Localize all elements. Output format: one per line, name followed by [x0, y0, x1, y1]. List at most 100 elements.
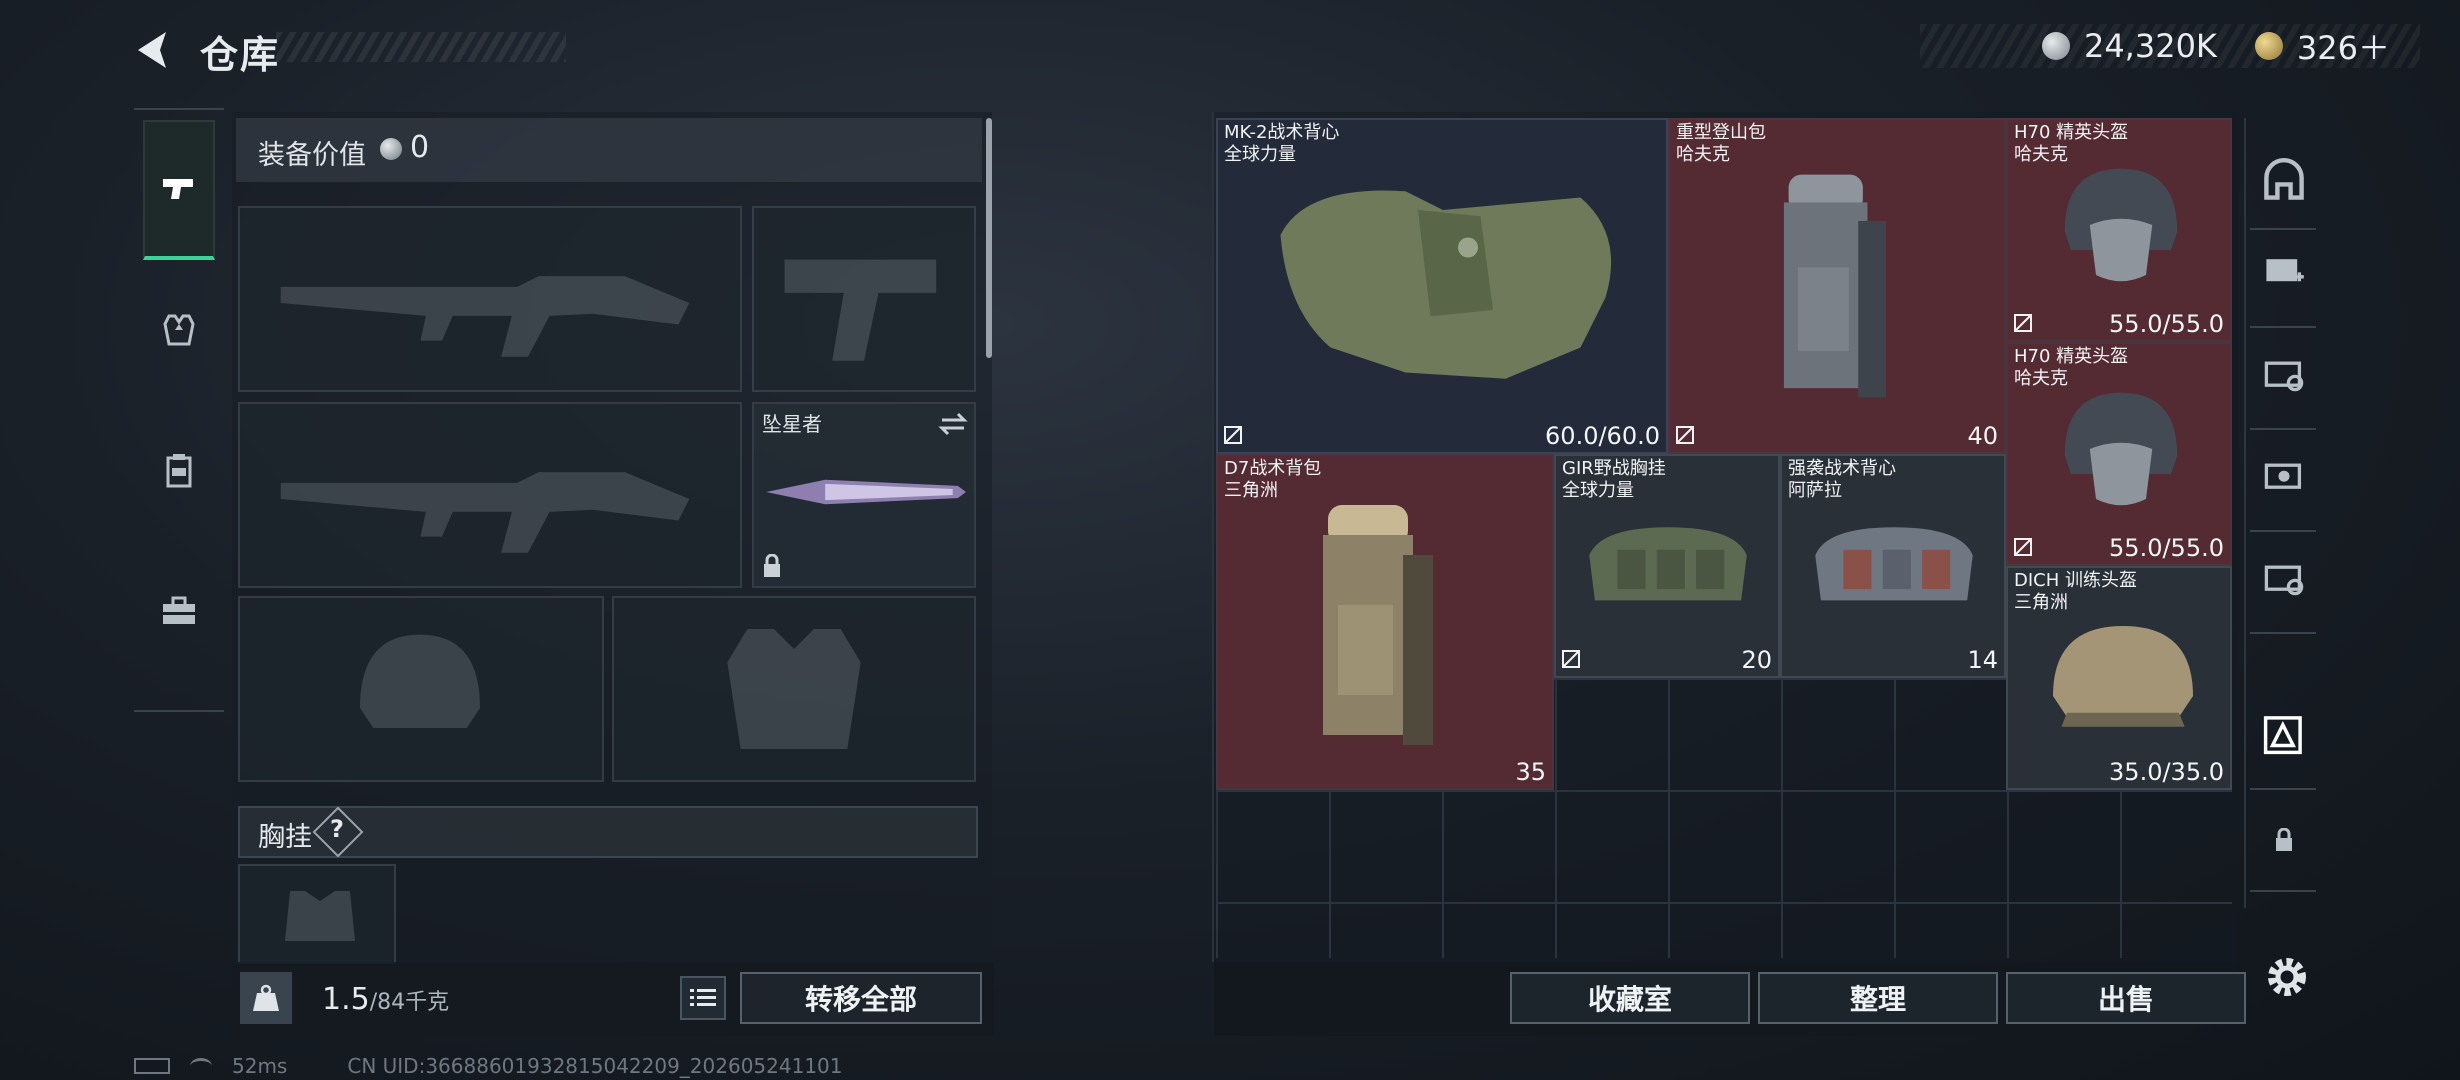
secondary-weapon-slot[interactable] — [238, 402, 742, 588]
stash-item[interactable]: MK-2战术背心 全球力量 60.0/60.0 — [1216, 118, 1668, 454]
equipment-scrollbar[interactable] — [986, 118, 992, 358]
backpack-art-icon — [1323, 505, 1433, 745]
weight-icon — [253, 984, 279, 1011]
no-insure-icon — [2014, 314, 2032, 332]
helmet-art-icon — [2053, 626, 2193, 727]
tactical-vest-icon — [1280, 190, 1612, 379]
weight-max: /84千克 — [369, 990, 450, 1015]
stash-item[interactable]: 重型登山包 哈夫克 40 — [1668, 118, 2006, 454]
gold-amount[interactable]: 326＋ — [2297, 23, 2390, 69]
stash-item[interactable]: DICH 训练头盔 三角洲 35.0/35.0 — [2006, 566, 2232, 790]
gold-coin-icon — [2254, 32, 2283, 60]
battery-icon — [134, 1058, 170, 1074]
no-insure-icon — [2014, 538, 2032, 556]
gear-icon[interactable] — [2262, 952, 2312, 1002]
item-name: 强袭战术背心 阿萨拉 — [1788, 458, 1896, 501]
gun-case-icon — [2264, 463, 2302, 489]
silver-amount: 24,320K — [2083, 27, 2217, 65]
helmet-silhouette-icon — [360, 634, 480, 728]
toolbox-icon — [163, 596, 195, 624]
armor-box-icon — [2263, 716, 2302, 755]
rifle-silhouette-icon — [280, 276, 690, 357]
tab-supplies[interactable] — [134, 540, 224, 680]
back-arrow-icon[interactable] — [130, 26, 178, 74]
item-capacity: 35 — [1515, 758, 1546, 786]
list-view-button[interactable] — [680, 976, 726, 1020]
stash-tab-3[interactable] — [2258, 448, 2310, 500]
lock-icon — [2276, 828, 2292, 851]
transfer-all-button[interactable]: 转移全部 — [740, 972, 982, 1024]
list-icon — [690, 989, 716, 1006]
armor-slot[interactable] — [612, 596, 976, 782]
lock-icon — [764, 554, 780, 577]
stash-tab-all[interactable] — [2258, 154, 2310, 206]
stash-tab-locked[interactable] — [2258, 814, 2310, 866]
stash-item[interactable]: GIR野战胸挂 全球力量 20 — [1554, 454, 1780, 678]
swap-icon[interactable] — [938, 412, 968, 436]
melee-slot[interactable]: 坠星者 — [752, 402, 976, 588]
chest-rig-slot[interactable] — [238, 864, 396, 964]
stash-tab-4[interactable] — [2258, 550, 2310, 602]
helmet-slot[interactable] — [238, 596, 604, 782]
stash-item[interactable]: D7战术背包 三角洲 35 — [1216, 454, 1554, 790]
silver-coin-icon — [2041, 32, 2070, 60]
item-name: D7战术背包 三角洲 — [1224, 458, 1322, 501]
helmet-art-icon — [2064, 168, 2178, 282]
stash-tab-rail — [2244, 118, 2318, 908]
sell-button[interactable]: 出售 — [2006, 972, 2246, 1024]
stash-item[interactable]: H70 精英头盔 哈夫克 55.0/55.0 — [2006, 342, 2232, 566]
weight-readout: 1.5/84千克 — [322, 982, 449, 1017]
item-durability: 55.0/55.0 — [2109, 534, 2224, 562]
item-capacity: 14 — [1967, 646, 1998, 674]
item-name: DICH 训练头盔 三角洲 — [2014, 570, 2137, 613]
primary-weapon-slot[interactable] — [238, 206, 742, 392]
tab-backpack[interactable] — [134, 400, 224, 540]
weight-current: 1.5 — [322, 982, 370, 1017]
item-name: 重型登山包 哈夫克 — [1676, 122, 1766, 165]
gun-case-icon — [2264, 361, 2304, 392]
item-durability: 60.0/60.0 — [1545, 422, 1660, 450]
chest-rig-art-icon — [1815, 527, 1973, 601]
pistol-silhouette-icon — [784, 259, 937, 361]
stash-tab-2[interactable] — [2258, 346, 2310, 398]
pistol-icon — [163, 179, 193, 199]
sort-button[interactable]: 整理 — [1758, 972, 1998, 1024]
stash-item[interactable]: 强袭战术背心 阿萨拉 14 — [1780, 454, 2006, 678]
status-bar: 52ms CN UID:366886019328150422​09_202605… — [134, 1054, 843, 1078]
equipment-value-label: 装备价值 — [258, 140, 366, 171]
item-capacity: 40 — [1967, 422, 1998, 450]
item-durability: 35.0/35.0 — [2109, 758, 2224, 786]
collection-button[interactable]: 收藏室 — [1510, 972, 1750, 1024]
tab-armor[interactable] — [134, 260, 224, 400]
user-id: CN UID:366886019328150422​09_20260524110… — [347, 1054, 843, 1078]
stash-item[interactable]: H70 精英头盔 哈夫克 55.0/55.0 — [2006, 118, 2232, 342]
stash-tab-1[interactable] — [2258, 242, 2310, 294]
ping: 52ms — [232, 1054, 288, 1078]
no-insure-icon — [1224, 426, 1242, 444]
page-title: 仓库 — [200, 33, 281, 77]
currency-bar: 24,320K 326＋ — [1920, 24, 2420, 68]
medkit-icon — [2266, 259, 2304, 282]
wifi-icon — [190, 1058, 212, 1074]
title-decoration — [276, 32, 566, 62]
armor-icon — [163, 314, 195, 346]
category-rail — [134, 108, 224, 712]
melee-name: 坠星者 — [762, 412, 822, 436]
backpack-icon — [166, 454, 192, 488]
vest-silhouette-icon — [727, 629, 861, 749]
pistol-slot[interactable] — [752, 206, 976, 392]
help-mark: ? — [330, 815, 344, 843]
chest-rig-art-icon — [1589, 527, 1747, 601]
bunker-icon — [2264, 158, 2304, 200]
silver-coin-icon — [380, 138, 402, 160]
tab-weapons[interactable] — [143, 120, 215, 260]
stash-tab-armor[interactable] — [2258, 708, 2310, 760]
no-insure-icon — [1676, 426, 1694, 444]
knife-icon — [766, 479, 966, 505]
no-insure-icon — [1562, 650, 1580, 668]
equipment-value: 0 — [410, 130, 430, 165]
weight-button[interactable] — [240, 972, 292, 1024]
item-capacity: 20 — [1741, 646, 1772, 674]
chest-rig-silhouette-icon — [285, 891, 355, 941]
backpack-art-icon — [1783, 174, 1887, 398]
